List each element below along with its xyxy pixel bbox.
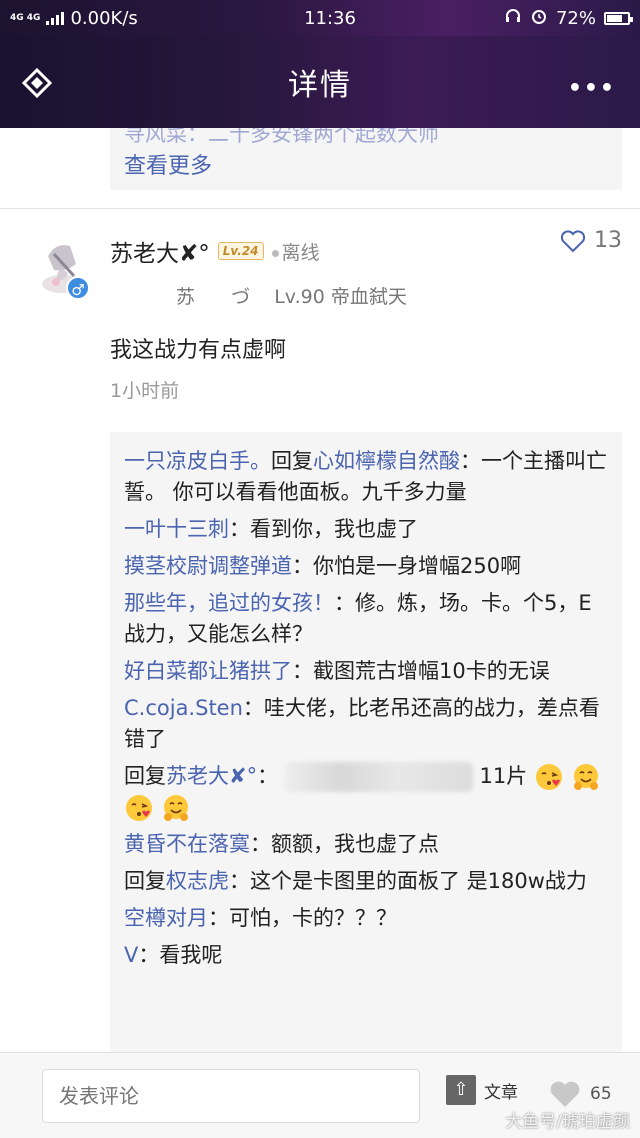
reply-keyword: 回复 (124, 764, 166, 788)
reply-author[interactable]: 一叶十三刺 (124, 517, 229, 541)
article-label: 文章 (484, 1082, 518, 1103)
reply-list: 一只凉皮白手。回复心如檸檬自然酸：一个主播叫亡誓。 你可以看看他面板。九千多力量… (110, 432, 622, 1052)
comment-time: 1小时前 (110, 380, 180, 402)
reply-target[interactable]: 心如檸檬自然酸 (313, 449, 460, 473)
divider (0, 208, 640, 209)
reply-item[interactable]: 空樽对月：可怕，卡的？？？ (124, 903, 608, 934)
comment-detail: 寻风菜：二十多安锋两个起数大师 查看更多 ♂ 苏老大✘° Lv.24 离线 13… (0, 128, 640, 1052)
reply-text: ：你怕是一身增幅250啊 (292, 554, 522, 578)
reply-author[interactable]: 一只凉皮白手。 (124, 449, 271, 473)
bottom-bar: ⇧ 文章 65 大鱼号/琥珀虚颜 (0, 1052, 640, 1138)
reply-colon: ： (257, 764, 279, 788)
battery-percent: 72% (555, 7, 596, 29)
reply-target[interactable]: 苏老大✘° (166, 764, 257, 788)
comment-input[interactable] (42, 1069, 420, 1123)
role-name-part2: づ (231, 286, 251, 308)
role-name-part1: 苏 (176, 286, 196, 308)
reply-keyword: 回复 (124, 869, 166, 893)
reply-item[interactable]: 回复权志虎：这个是卡图里的面板了 是180w战力 (124, 866, 608, 897)
arrow-up-icon: ⇧ (446, 1075, 476, 1105)
headset-icon (504, 7, 522, 30)
reply-item[interactable]: 回复苏老大✘°： 11片 (124, 761, 608, 823)
reply-author[interactable]: 黄昏不在落寞 (124, 832, 250, 856)
reply-item[interactable]: 一叶十三刺：看到你，我也虚了 (124, 514, 608, 545)
reply-author[interactable]: ᐯ (124, 943, 138, 967)
reply-item[interactable]: 好白菜都让猪拱了：截图荒古增幅10卡的无误 (124, 656, 608, 687)
comment-text: 我这战力有点虚啊 (110, 338, 287, 363)
reply-text: ：这个是卡图里的面板了 是180w战力 (229, 869, 587, 893)
status-dot-icon (271, 249, 279, 257)
role-level: Lv.90 帝血弑天 (274, 286, 407, 308)
online-status-text: 离线 (281, 241, 320, 264)
reply-item[interactable]: 摸茎校尉调整弹道：你怕是一身增幅250啊 (124, 551, 608, 582)
watermark: 大鱼号/琥珀虚颜 (505, 1112, 630, 1132)
online-status: 离线 (271, 238, 320, 265)
like-count: 13 (594, 228, 622, 253)
reply-author[interactable]: 好白菜都让猪拱了 (124, 659, 292, 683)
level-badge: Lv.24 (217, 242, 264, 260)
hugging-face-emoji-icon (573, 764, 598, 790)
reply-text: ：额额，我也虚了点 (250, 832, 439, 856)
reply-author[interactable]: 那些年，追过的女孩！ (124, 591, 334, 615)
heart-icon (560, 229, 586, 252)
previous-reply-box: 寻风菜：二十多安锋两个起数大师 查看更多 (110, 128, 622, 190)
alarm-icon (530, 7, 548, 30)
title-bar: 详情 ••• (0, 36, 640, 128)
reply-author[interactable]: C.coja.Sten (124, 696, 243, 720)
reply-item[interactable]: C.coja.Sten：哇大佬，比老吊还高的战力，差点看错了 (124, 693, 608, 755)
heart-filled-icon (550, 1081, 580, 1107)
reply-author[interactable]: 摸茎校尉调整弹道 (124, 554, 292, 578)
more-options-button[interactable]: ••• (568, 76, 616, 101)
reply-text: ：看到你，我也虚了 (229, 517, 418, 541)
game-role-info: 苏 づ Lv.90 帝血弑天 (176, 282, 407, 309)
view-more-link[interactable]: 查看更多 (124, 148, 212, 180)
status-bar: 4G 4G 0.00K/s 11:36 72% (0, 0, 640, 36)
reply-author[interactable]: 空樽对月 (124, 906, 208, 930)
network-speed: 0.00K/s (70, 7, 138, 29)
reply-text: ：截图荒古增幅10卡的无误 (292, 659, 550, 683)
reply-keyword: 回复 (271, 449, 313, 473)
user-row: 苏老大✘° Lv.24 离线 (110, 234, 320, 268)
kissing-face-emoji-icon (126, 795, 152, 821)
article-button[interactable]: ⇧ 文章 (446, 1075, 518, 1105)
hugging-face-emoji-icon (163, 795, 188, 821)
kissing-face-emoji-icon (535, 764, 562, 790)
blurred-text (284, 762, 473, 792)
male-gender-icon: ♂ (66, 276, 90, 300)
reply-item[interactable]: 黄昏不在落寞：额额，我也虚了点 (124, 829, 608, 860)
cut-off-reply: 寻风菜：二十多安锋两个起数大师 (124, 128, 439, 146)
page-title: 详情 (288, 68, 352, 103)
like-button[interactable]: 13 (560, 228, 622, 253)
app-logo-icon[interactable] (21, 67, 53, 99)
network-type: 4G 4G (10, 12, 41, 23)
bottom-like-count: 65 (590, 1084, 612, 1104)
reply-text: ：看我呢 (138, 943, 223, 967)
bottom-like-button[interactable]: 65 (548, 1079, 612, 1109)
reply-item[interactable]: 一只凉皮白手。回复心如檸檬自然酸：一个主播叫亡誓。 你可以看看他面板。九千多力量 (124, 446, 608, 508)
battery-icon (604, 11, 633, 25)
username[interactable]: 苏老大✘° (110, 234, 210, 268)
clock: 11:36 (304, 7, 356, 29)
reply-item[interactable]: 那些年，追过的女孩！：修。炼，场。卡。个5，E战力，又能怎么样？ (124, 588, 608, 650)
reply-text: ：可怕，卡的？？？ (208, 906, 397, 930)
signal-icon (46, 11, 65, 25)
reply-text: 11片 (479, 764, 528, 788)
reply-item[interactable]: ᐯ：看我呢 (124, 940, 608, 971)
reply-target[interactable]: 权志虎 (166, 869, 229, 893)
